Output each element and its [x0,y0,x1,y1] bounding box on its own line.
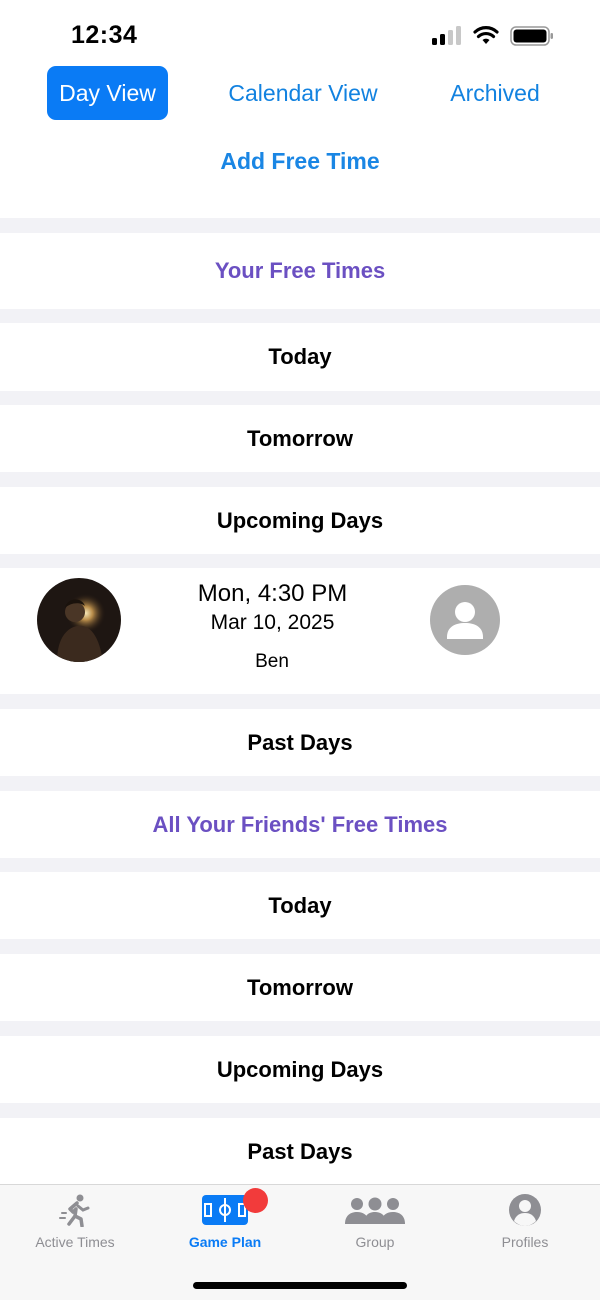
row-your-today[interactable]: Today [0,323,600,391]
free-time-card[interactable]: Mon, 4:30 PM Mar 10, 2025 Ben [0,568,600,694]
running-figure-icon [59,1194,90,1227]
tab-group[interactable]: Group [300,1185,450,1255]
bottom-tab-bar: Active Times Game Plan Group Profiles [0,1184,600,1300]
tab-archived[interactable]: Archived [435,66,555,120]
group-icon [345,1197,405,1224]
add-free-time-button[interactable]: Add Free Time [0,148,600,175]
row-friends-today[interactable]: Today [0,872,600,939]
status-bar: 12:34 [0,0,600,64]
section-header-friends-free-times: All Your Friends' Free Times [0,791,600,858]
user-photo-avatar [37,578,121,662]
tab-calendar-view[interactable]: Calendar View [212,66,394,120]
tab-profiles[interactable]: Profiles [450,1185,600,1255]
tab-label-group: Group [355,1234,395,1250]
row-your-upcoming-days[interactable]: Upcoming Days [0,487,600,554]
row-your-past-days[interactable]: Past Days [0,709,600,776]
row-your-tomorrow[interactable]: Tomorrow [0,405,600,472]
free-time-date: Mar 10, 2025 [210,611,335,634]
soccer-field-icon [202,1195,248,1225]
view-switcher: Day View Calendar View Archived [0,66,600,120]
tab-label-game-plan: Game Plan [188,1234,262,1250]
tab-day-view[interactable]: Day View [47,66,168,120]
tab-game-plan[interactable]: Game Plan [150,1185,300,1255]
row-friends-past-days[interactable]: Past Days [0,1118,600,1184]
tab-active-times[interactable]: Active Times [0,1185,150,1255]
battery-icon [510,26,553,46]
tab-label-active-times: Active Times [35,1234,115,1250]
free-time-host-name: Ben [255,651,289,672]
section-header-your-free-times: Your Free Times [0,233,600,309]
home-indicator [193,1282,407,1289]
tab-label-profiles: Profiles [501,1234,549,1250]
free-time-time: Mon, 4:30 PM [197,580,348,607]
row-friends-upcoming-days[interactable]: Upcoming Days [0,1036,600,1103]
status-time: 12:34 [71,21,138,49]
wifi-icon [473,26,499,44]
person-circle-icon [509,1194,541,1226]
row-friends-tomorrow[interactable]: Tomorrow [0,954,600,1021]
notification-badge [243,1188,268,1213]
free-times-list: Your Free Times Today Tomorrow Upcoming … [0,218,600,1184]
cellular-signal-icon [432,26,461,45]
person-placeholder-icon[interactable] [430,585,500,655]
